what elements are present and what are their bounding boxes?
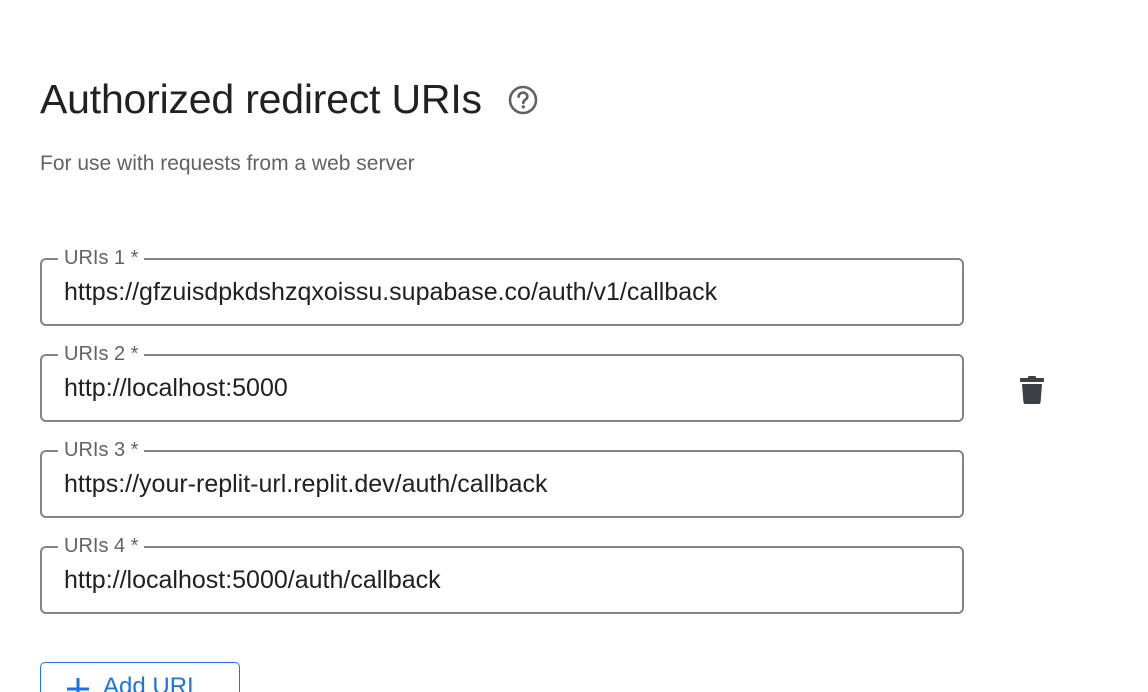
- uri-field-label: URIs 1 *: [58, 245, 144, 271]
- uri-input-2[interactable]: [64, 374, 934, 403]
- uri-field-3[interactable]: URIs 3 *: [40, 450, 964, 518]
- section-title: Authorized redirect URIs: [40, 76, 482, 123]
- section-subtitle: For use with requests from a web server: [40, 152, 415, 176]
- uri-field-label: URIs 3 *: [58, 437, 144, 463]
- plus-icon: [65, 676, 91, 692]
- uri-field-2[interactable]: URIs 2 *: [40, 354, 964, 422]
- add-uri-label: Add URI: [103, 673, 194, 692]
- uri-input-1[interactable]: [64, 278, 934, 307]
- uri-input-4[interactable]: [64, 566, 934, 595]
- trash-icon: [1019, 375, 1045, 405]
- add-uri-button[interactable]: Add URI: [40, 662, 240, 692]
- uri-input-3[interactable]: [64, 470, 934, 499]
- uri-field-label: URIs 4 *: [58, 533, 144, 559]
- help-circle-icon[interactable]: [508, 85, 538, 115]
- uri-field-label: URIs 2 *: [58, 341, 144, 367]
- delete-uri-button[interactable]: [1012, 370, 1052, 410]
- uri-field-4[interactable]: URIs 4 *: [40, 546, 964, 614]
- uri-field-1[interactable]: URIs 1 *: [40, 258, 964, 326]
- redirect-uris-section: Authorized redirect URIs For use with re…: [0, 0, 1148, 692]
- section-header: Authorized redirect URIs: [40, 76, 538, 123]
